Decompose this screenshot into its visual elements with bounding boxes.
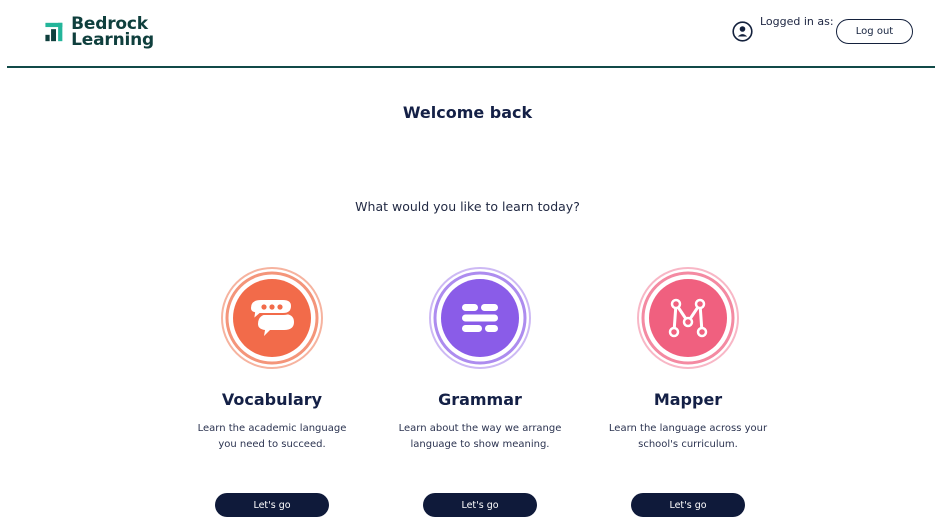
card-description-line: you need to succeed. bbox=[218, 439, 326, 450]
header-divider bbox=[7, 66, 935, 68]
card-description-line: Learn the language across your bbox=[608, 423, 768, 434]
card-description-line: Learn about the way we arrange bbox=[398, 423, 562, 434]
card-title: Vocabulary bbox=[221, 390, 323, 409]
card-description: Learn the language across your school's … bbox=[588, 421, 788, 453]
grammar-lets-go-button[interactable]: Let's go bbox=[423, 493, 537, 517]
card-vocabulary: Vocabulary Learn the academic language y… bbox=[172, 266, 372, 517]
brand-line-2: Learning bbox=[71, 30, 154, 50]
logout-button[interactable]: Log out bbox=[836, 19, 913, 44]
card-grammar: Grammar Learn about the way we arrange l… bbox=[380, 266, 580, 517]
speech-bubbles-icon bbox=[221, 267, 323, 369]
header: Bedrock Learning Logged in as: Log out bbox=[0, 0, 935, 66]
sentence-blocks-icon bbox=[429, 267, 531, 369]
card-description: Learn about the way we arrange language … bbox=[380, 421, 580, 453]
brand-name: Bedrock Learning bbox=[71, 16, 154, 50]
card-description-line: Learn the academic language bbox=[197, 423, 347, 434]
card-mapper: Mapper Learn the language across your sc… bbox=[588, 266, 788, 517]
network-map-icon bbox=[637, 267, 739, 369]
bedrock-logo[interactable]: Bedrock Learning bbox=[44, 15, 154, 49]
logged-in-label: Logged in as: bbox=[760, 15, 834, 28]
page-title: Welcome back bbox=[402, 103, 533, 122]
user-avatar-icon bbox=[732, 21, 753, 42]
card-title: Grammar bbox=[438, 390, 522, 409]
card-description-line: school's curriculum. bbox=[638, 439, 738, 450]
vocabulary-lets-go-button[interactable]: Let's go bbox=[215, 493, 329, 517]
mapper-lets-go-button[interactable]: Let's go bbox=[631, 493, 745, 517]
bedrock-logo-icon bbox=[45, 22, 63, 42]
page-subtitle: What would you like to learn today? bbox=[355, 199, 580, 214]
card-title: Mapper bbox=[653, 390, 723, 409]
card-description: Learn the academic language you need to … bbox=[172, 421, 372, 453]
card-description-line: language to show meaning. bbox=[410, 439, 550, 450]
